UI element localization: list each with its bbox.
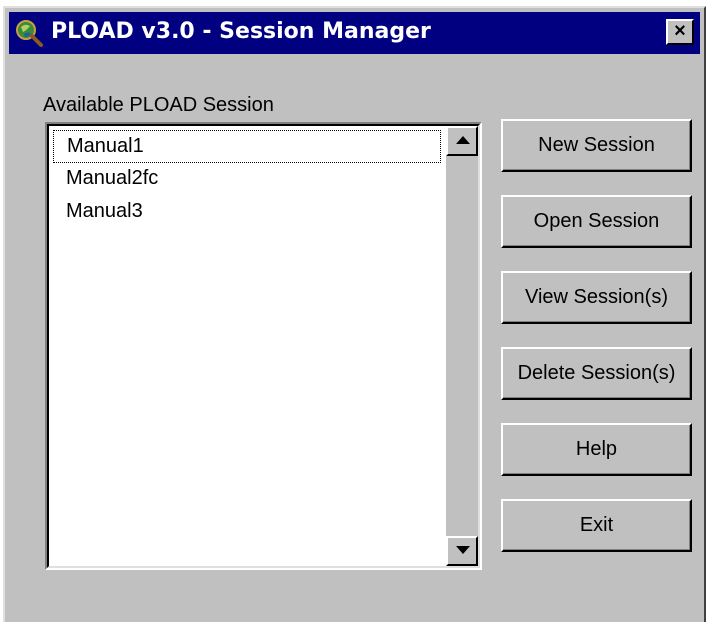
- scroll-up-button[interactable]: [446, 126, 478, 156]
- session-listbox[interactable]: Manual1 Manual2fc Manual3: [45, 122, 482, 570]
- session-manager-window: PLOAD v3.0 - Session Manager × Available…: [3, 6, 706, 622]
- title-bar[interactable]: PLOAD v3.0 - Session Manager ×: [9, 12, 700, 54]
- magnifier-globe-icon: [15, 19, 43, 47]
- delete-sessions-button[interactable]: Delete Session(s): [501, 347, 692, 400]
- list-item-manual3[interactable]: Manual3: [53, 196, 441, 229]
- scroll-track[interactable]: [446, 156, 478, 536]
- window-title: PLOAD v3.0 - Session Manager: [51, 19, 431, 44]
- close-icon: ×: [674, 20, 686, 42]
- new-session-button[interactable]: New Session: [501, 119, 692, 172]
- session-list-label: Available PLOAD Session: [43, 94, 274, 116]
- list-item-manual1[interactable]: Manual1: [53, 130, 441, 163]
- help-button[interactable]: Help: [501, 423, 692, 476]
- exit-button[interactable]: Exit: [501, 499, 692, 552]
- session-list-items: Manual1 Manual2fc Manual3: [53, 130, 441, 229]
- arrow-down-icon: [456, 546, 470, 554]
- list-item-manual2fc[interactable]: Manual2fc: [53, 163, 441, 196]
- view-sessions-button[interactable]: View Session(s): [501, 271, 692, 324]
- close-button[interactable]: ×: [666, 19, 694, 45]
- vertical-scrollbar[interactable]: [446, 126, 478, 566]
- open-session-button[interactable]: Open Session: [501, 195, 692, 248]
- scroll-down-button[interactable]: [446, 536, 478, 566]
- arrow-up-icon: [456, 136, 470, 144]
